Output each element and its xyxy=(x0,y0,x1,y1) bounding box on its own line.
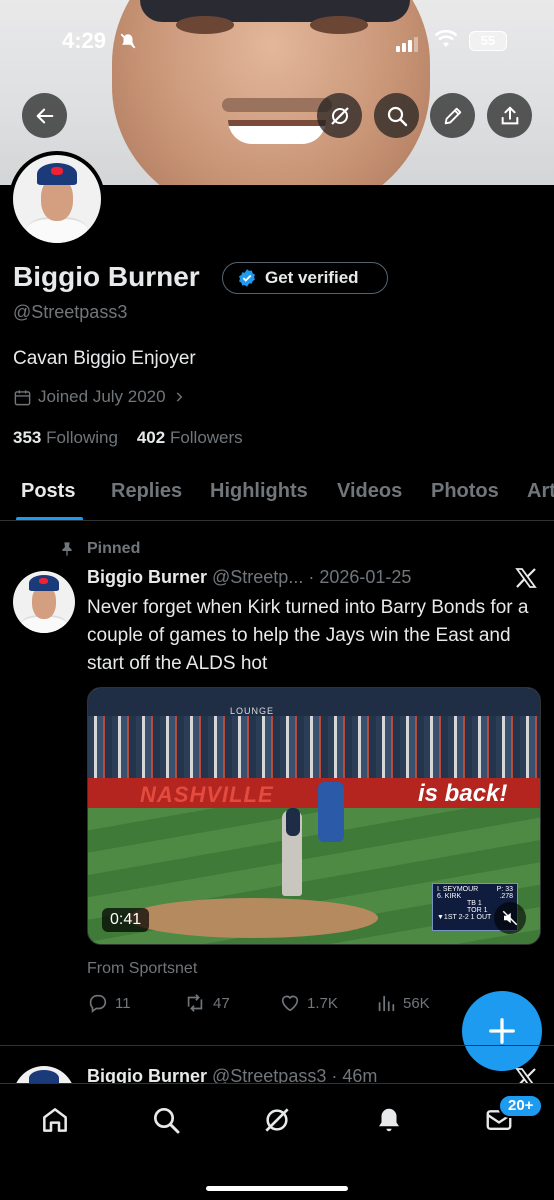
home-indicator[interactable] xyxy=(206,1186,348,1191)
post-actions: 11 47 1.7K 56K xyxy=(87,992,487,1018)
grok-icon xyxy=(265,1108,289,1132)
banner-mustache xyxy=(222,98,332,112)
video-lounge-sign: LOUNGE xyxy=(230,706,275,716)
profile-bio: Cavan Biggio Enjoyer xyxy=(13,348,196,369)
tab-highlights[interactable]: Highlights xyxy=(210,480,308,503)
nav-grok[interactable] xyxy=(259,1102,295,1138)
post-source[interactable]: From Sportsnet xyxy=(87,960,197,978)
pin-icon xyxy=(62,542,72,556)
verified-badge-icon xyxy=(239,269,255,287)
repost-button[interactable]: 47 xyxy=(183,992,230,1014)
reply-count: 11 xyxy=(115,994,131,1012)
wifi-icon xyxy=(434,29,458,53)
post-divider xyxy=(0,1045,554,1046)
bell-muted-icon xyxy=(119,32,137,55)
status-bar: 4:29 55 xyxy=(0,28,554,58)
back-button[interactable] xyxy=(22,93,67,138)
follow-stats: 353 Following 402 Followers xyxy=(13,428,243,448)
video-duration: 0:41 xyxy=(102,908,150,932)
get-verified-label: Get verified xyxy=(265,268,359,287)
post-author[interactable]: Biggio Burner xyxy=(87,567,207,587)
grok-icon xyxy=(330,106,349,125)
video-batter xyxy=(318,782,344,842)
pinned-label: Pinned xyxy=(87,540,141,557)
bell-icon xyxy=(379,1108,399,1132)
tab-photos[interactable]: Photos xyxy=(431,480,499,503)
following-label: Following xyxy=(46,428,118,447)
following-count: 353 xyxy=(13,428,42,447)
profile-handle: @Streetpass3 xyxy=(13,302,128,322)
nav-search[interactable] xyxy=(148,1102,184,1138)
video-mute-button[interactable] xyxy=(494,902,526,934)
followers-link[interactable]: 402 Followers xyxy=(137,428,243,447)
calendar-icon xyxy=(14,389,31,405)
repost-icon xyxy=(187,994,203,1012)
search-button[interactable] xyxy=(374,93,419,138)
joined-label: Joined July 2020 xyxy=(38,387,166,406)
banner-hair xyxy=(140,0,410,22)
speaker-muted-icon xyxy=(502,910,518,926)
post-handle-date[interactable]: @Streetp... · 2026-01-25 xyxy=(212,567,411,587)
pencil-icon xyxy=(444,107,461,124)
reply-icon xyxy=(89,994,107,1013)
views-chart-icon xyxy=(378,995,395,1012)
profile-name: Biggio Burner xyxy=(13,261,200,292)
profile-tabs: Posts Replies Highlights Videos Photos A… xyxy=(0,466,554,521)
video-ad-left: NASHVILLE xyxy=(140,782,274,807)
x-logo-icon[interactable] xyxy=(514,566,538,595)
battery-indicator: 55 xyxy=(469,31,507,51)
bottom-navigation: 20+ xyxy=(0,1083,554,1200)
like-count: 1.7K xyxy=(307,994,338,1012)
compose-post-button[interactable] xyxy=(462,991,542,1071)
share-button[interactable] xyxy=(487,93,532,138)
search-icon xyxy=(154,1108,180,1134)
arrow-left-icon xyxy=(36,108,53,123)
repost-count: 47 xyxy=(213,994,230,1012)
active-tab-indicator xyxy=(16,517,83,520)
reply-button[interactable]: 11 xyxy=(87,992,131,1014)
cellular-signal-icon xyxy=(396,34,420,52)
views-button[interactable]: 56K xyxy=(375,992,430,1014)
video-ad-right: is back! xyxy=(418,780,508,807)
heart-icon xyxy=(281,995,299,1012)
tab-videos[interactable]: Videos xyxy=(337,480,402,503)
followers-label: Followers xyxy=(169,428,243,447)
post-text: Never forget when Kirk turned into Barry… xyxy=(87,597,529,674)
status-time: 4:29 xyxy=(62,28,107,53)
tab-replies[interactable]: Replies xyxy=(111,480,182,503)
home-icon xyxy=(43,1108,67,1132)
views-count: 56K xyxy=(403,994,430,1012)
banner-smile xyxy=(228,120,326,144)
chevron-right-icon xyxy=(176,392,182,402)
nav-notifications[interactable] xyxy=(371,1102,407,1138)
like-button[interactable]: 1.7K xyxy=(279,992,338,1014)
profile-avatar[interactable] xyxy=(9,151,105,247)
get-verified-button[interactable]: Get verified xyxy=(222,262,388,294)
search-icon xyxy=(387,106,407,126)
post-avatar[interactable] xyxy=(13,571,75,633)
joined-date[interactable]: Joined July 2020 xyxy=(13,387,186,407)
followers-count: 402 xyxy=(136,428,166,447)
pinned-indicator: Pinned xyxy=(59,540,140,558)
tab-posts[interactable]: Posts xyxy=(21,480,75,503)
messages-badge: 20+ xyxy=(498,1094,544,1118)
grok-button[interactable] xyxy=(317,93,362,138)
post-header: Biggio Burner @Streetp... · 2026-01-25 xyxy=(87,567,507,588)
share-icon xyxy=(501,106,518,124)
post-video[interactable]: LOUNGE NASHVILLE is back! 0:41 I. SEYMOU… xyxy=(87,687,541,945)
tab-articles[interactable]: Art xyxy=(527,480,554,503)
nav-home[interactable] xyxy=(37,1102,73,1138)
edit-profile-button[interactable] xyxy=(430,93,475,138)
following-link[interactable]: 353 Following xyxy=(13,428,118,447)
plus-icon xyxy=(489,1018,515,1044)
video-mound xyxy=(128,898,378,938)
